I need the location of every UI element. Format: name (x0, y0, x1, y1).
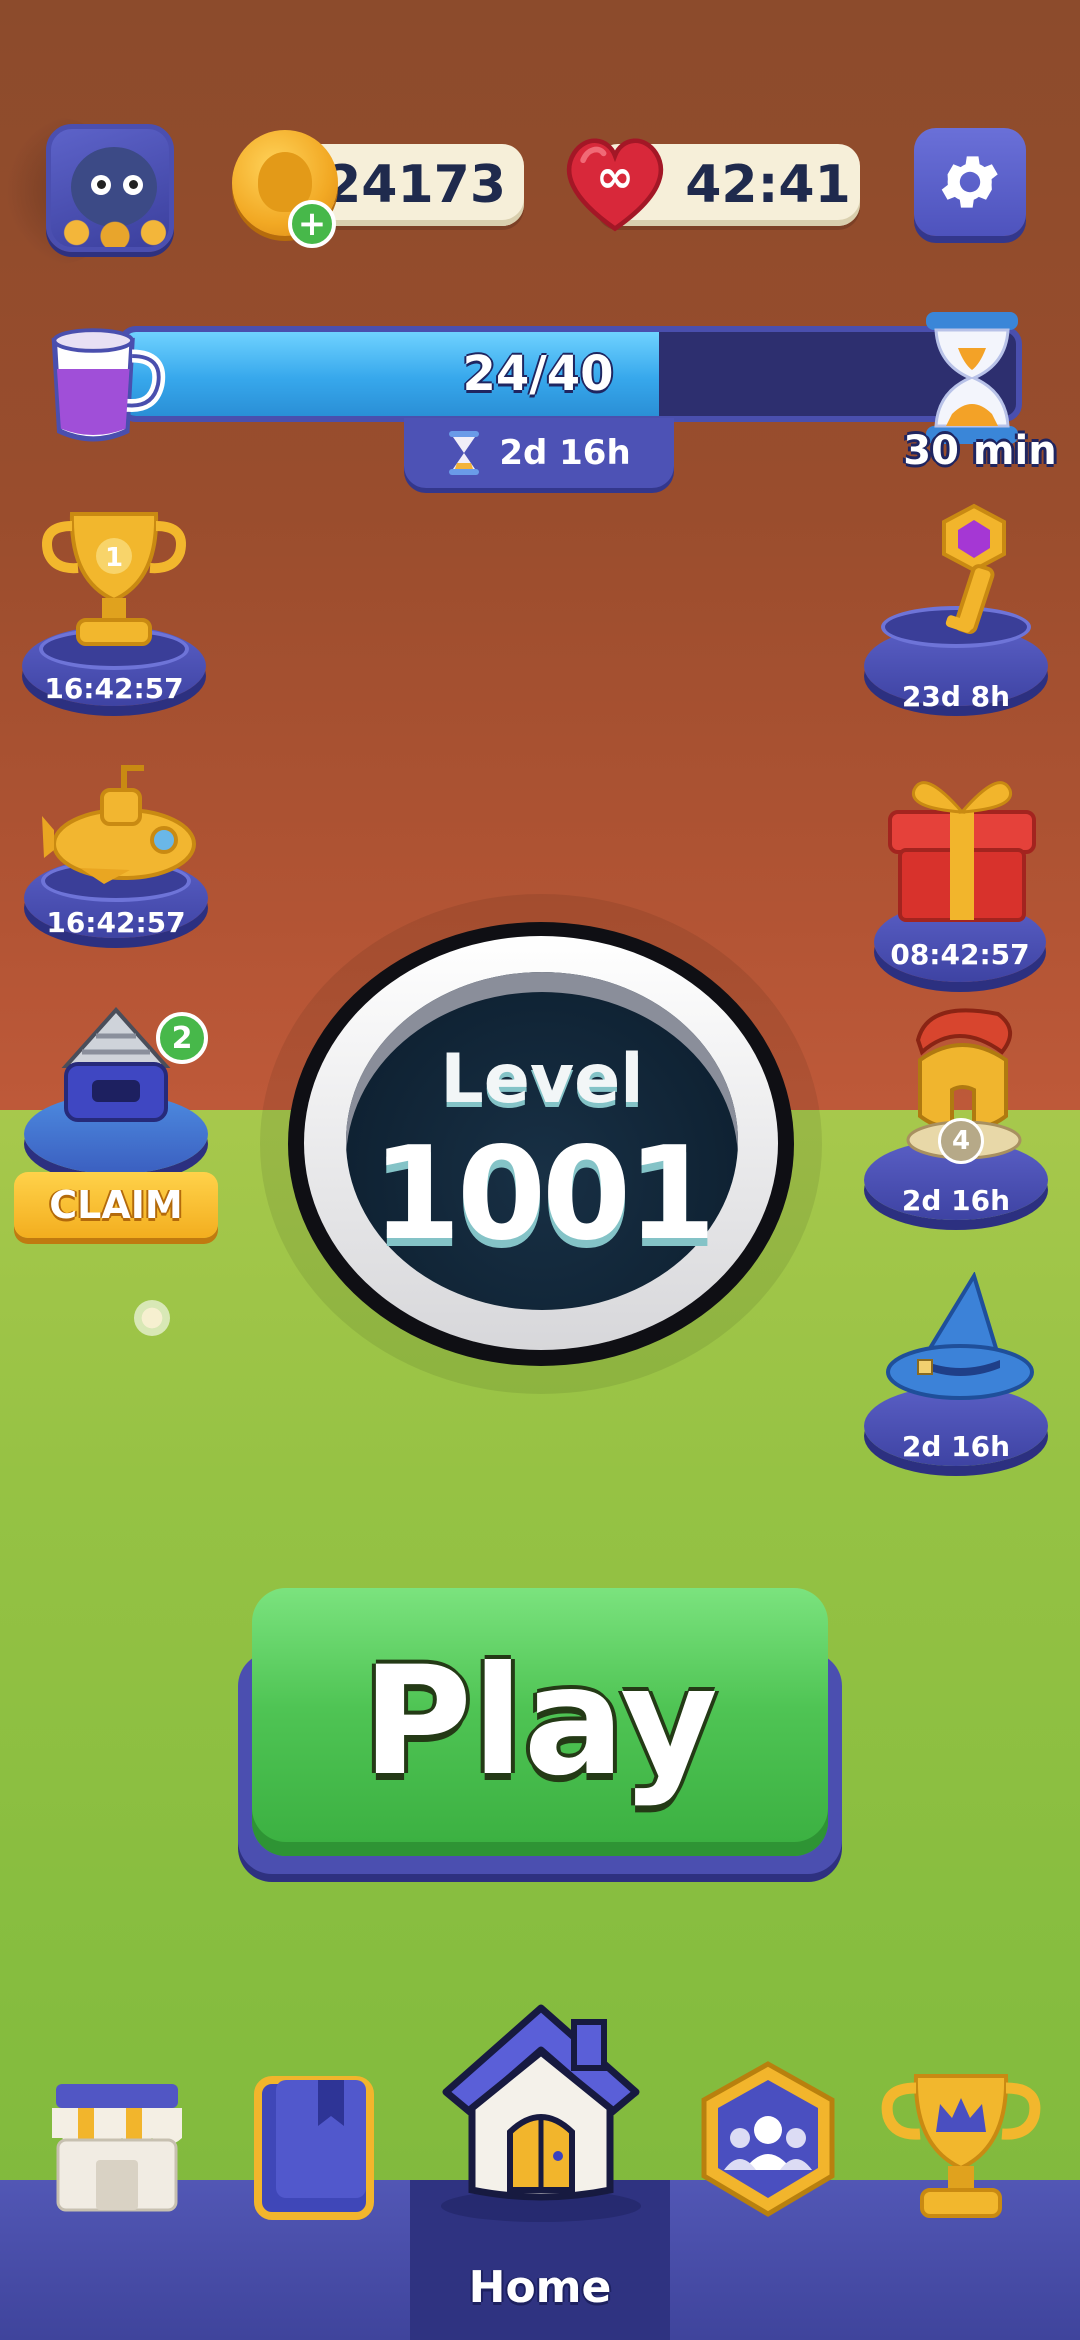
hourglass-icon (926, 312, 1018, 444)
level-label: Level (440, 1040, 644, 1119)
event-timer-tag: 2d 16h (404, 418, 674, 488)
drill-badge: 2 (156, 1012, 208, 1064)
infinity-symbol: ∞ (596, 150, 634, 203)
claim-button[interactable]: CLAIM (14, 1172, 218, 1238)
key-icon[interactable] (924, 500, 1024, 650)
leaderboard-trophy-icon[interactable] (876, 2062, 1046, 2226)
lives-timer: 42:41 (685, 155, 851, 215)
shop-icon[interactable] (42, 2074, 192, 2224)
submarine-event-timer: 16:42:57 (46, 906, 186, 939)
avatar-coins (51, 211, 169, 247)
helmet-badge: 4 (938, 1118, 984, 1164)
trophy-event-timer: 16:42:57 (44, 672, 184, 705)
gear-icon (941, 156, 998, 208)
wizard-hat-event-timer: 2d 16h (901, 1430, 1011, 1463)
wizard-hat-icon[interactable] (878, 1272, 1038, 1412)
key-event-timer: 23d 8h (901, 680, 1011, 713)
gift-icon[interactable] (874, 768, 1050, 928)
avatar-eye-left (91, 175, 111, 195)
settings-button[interactable] (914, 128, 1026, 236)
collection-book-icon[interactable] (248, 2070, 380, 2226)
hourglass-small-icon (449, 431, 480, 475)
helmet-event-timer: 2d 16h (901, 1184, 1011, 1217)
progress-label: 24/40 (462, 346, 614, 402)
avatar-eye-right (123, 175, 143, 195)
mug-icon (51, 328, 166, 442)
level-number: 1001 (371, 1120, 716, 1269)
submarine-icon[interactable] (40, 760, 200, 890)
add-coins-icon[interactable]: + (288, 200, 336, 248)
drill-icon[interactable] (56, 1006, 176, 1130)
home-icon[interactable] (426, 1994, 656, 2224)
trophy-badge-number: 1 (105, 543, 123, 573)
team-icon[interactable] (694, 2058, 842, 2222)
heart-icon: ∞ (566, 138, 664, 232)
home-label: Home (468, 2262, 612, 2313)
gift-event-timer: 08:42:57 (890, 938, 1030, 971)
trophy-icon[interactable]: 1 (38, 504, 190, 654)
play-button[interactable]: Play (252, 1588, 828, 1856)
bonus-timer-text: 30 min (903, 428, 1057, 474)
player-avatar[interactable] (46, 124, 174, 252)
event-timer-text: 2d 16h (499, 433, 631, 473)
flower-decoration (134, 1300, 170, 1336)
